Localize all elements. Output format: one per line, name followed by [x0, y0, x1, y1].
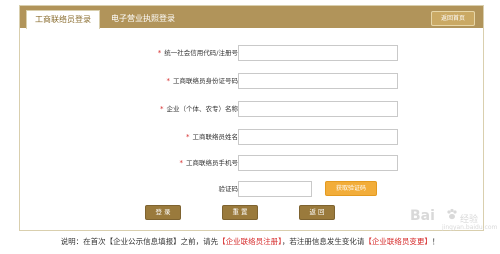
form-row-id-number: * 工商联络员身份证号码	[20, 73, 483, 89]
credit-code-input[interactable]	[238, 45, 398, 61]
field-label-text: 工商联络员手机号	[186, 159, 238, 167]
phone-input[interactable]	[238, 155, 398, 171]
id-number-input[interactable]	[238, 73, 398, 89]
login-button[interactable]: 登 录	[145, 205, 181, 220]
field-label-text: 企业（个体、农专）名称	[166, 105, 239, 113]
required-mark: *	[179, 159, 184, 167]
return-home-button[interactable]: 返回首页	[431, 11, 475, 26]
company-name-input[interactable]	[238, 101, 398, 117]
note-middle: ，若注册信息发生变化请	[281, 237, 365, 246]
paw-icon	[447, 208, 457, 220]
form-row-phone: * 工商联络员手机号	[20, 155, 483, 171]
required-mark: *	[157, 49, 162, 57]
field-label: * 工商联络员手机号	[180, 155, 239, 171]
note-suffix: ！	[431, 237, 440, 246]
required-mark: *	[186, 133, 190, 141]
liaison-change-link[interactable]: 【企业联络员变更】	[364, 237, 432, 246]
liaison-name-input[interactable]	[238, 129, 398, 145]
form-row-credit-code: * 统一社会信用代码/注册号	[20, 45, 483, 61]
field-label: * 统一社会信用代码/注册号	[158, 45, 238, 61]
reset-button[interactable]: 重 置	[222, 205, 258, 220]
tab-e-license-login[interactable]: 电子营业执照登录	[111, 10, 175, 28]
instruction-note: 说明：在首次【企业公示信息填报】之前，请先【企业联络员注册】，若注册信息发生变化…	[0, 236, 500, 250]
liaison-register-link[interactable]: 【企业联络员注册】	[218, 237, 282, 246]
tab-liaison-login[interactable]: 工商联络员登录	[26, 10, 100, 29]
field-label-text: 统一社会信用代码/注册号	[164, 49, 238, 57]
baidu-watermark: Bai 经验 jingyan.baidu.com	[406, 206, 498, 236]
field-label-text: 工商联络员姓名	[192, 133, 239, 141]
form-row-captcha: 验证码 获取验证码	[20, 181, 483, 197]
tab-bar: 工商联络员登录 电子营业执照登录 返回首页	[20, 6, 483, 29]
required-mark: *	[166, 77, 171, 85]
watermark-url: jingyan.baidu.com	[442, 224, 498, 231]
field-label: * 工商联络员姓名	[186, 129, 238, 145]
field-label: * 企业（个体、农专）名称	[160, 101, 238, 117]
note-prefix: 说明：在首次【企业公示信息填报】之前，请先	[60, 237, 219, 246]
get-verification-code-button[interactable]: 获取验证码	[325, 181, 377, 196]
watermark-brand: Bai	[410, 208, 435, 224]
login-panel: 工商联络员登录 电子营业执照登录 返回首页 * 统一社会信用代码/注册号 * 工商联…	[19, 5, 484, 231]
form-row-liaison-name: * 工商联络员姓名	[20, 129, 483, 145]
captcha-input[interactable]	[238, 181, 312, 197]
field-label: * 工商联络员身份证号码	[167, 73, 239, 89]
required-mark: *	[160, 105, 164, 113]
back-button[interactable]: 返 回	[299, 205, 335, 220]
field-label-text: 工商联络员身份证号码	[173, 77, 238, 85]
form-row-company-name: * 企业（个体、农专）名称	[20, 101, 483, 117]
captcha-label: 验证码	[218, 185, 239, 193]
